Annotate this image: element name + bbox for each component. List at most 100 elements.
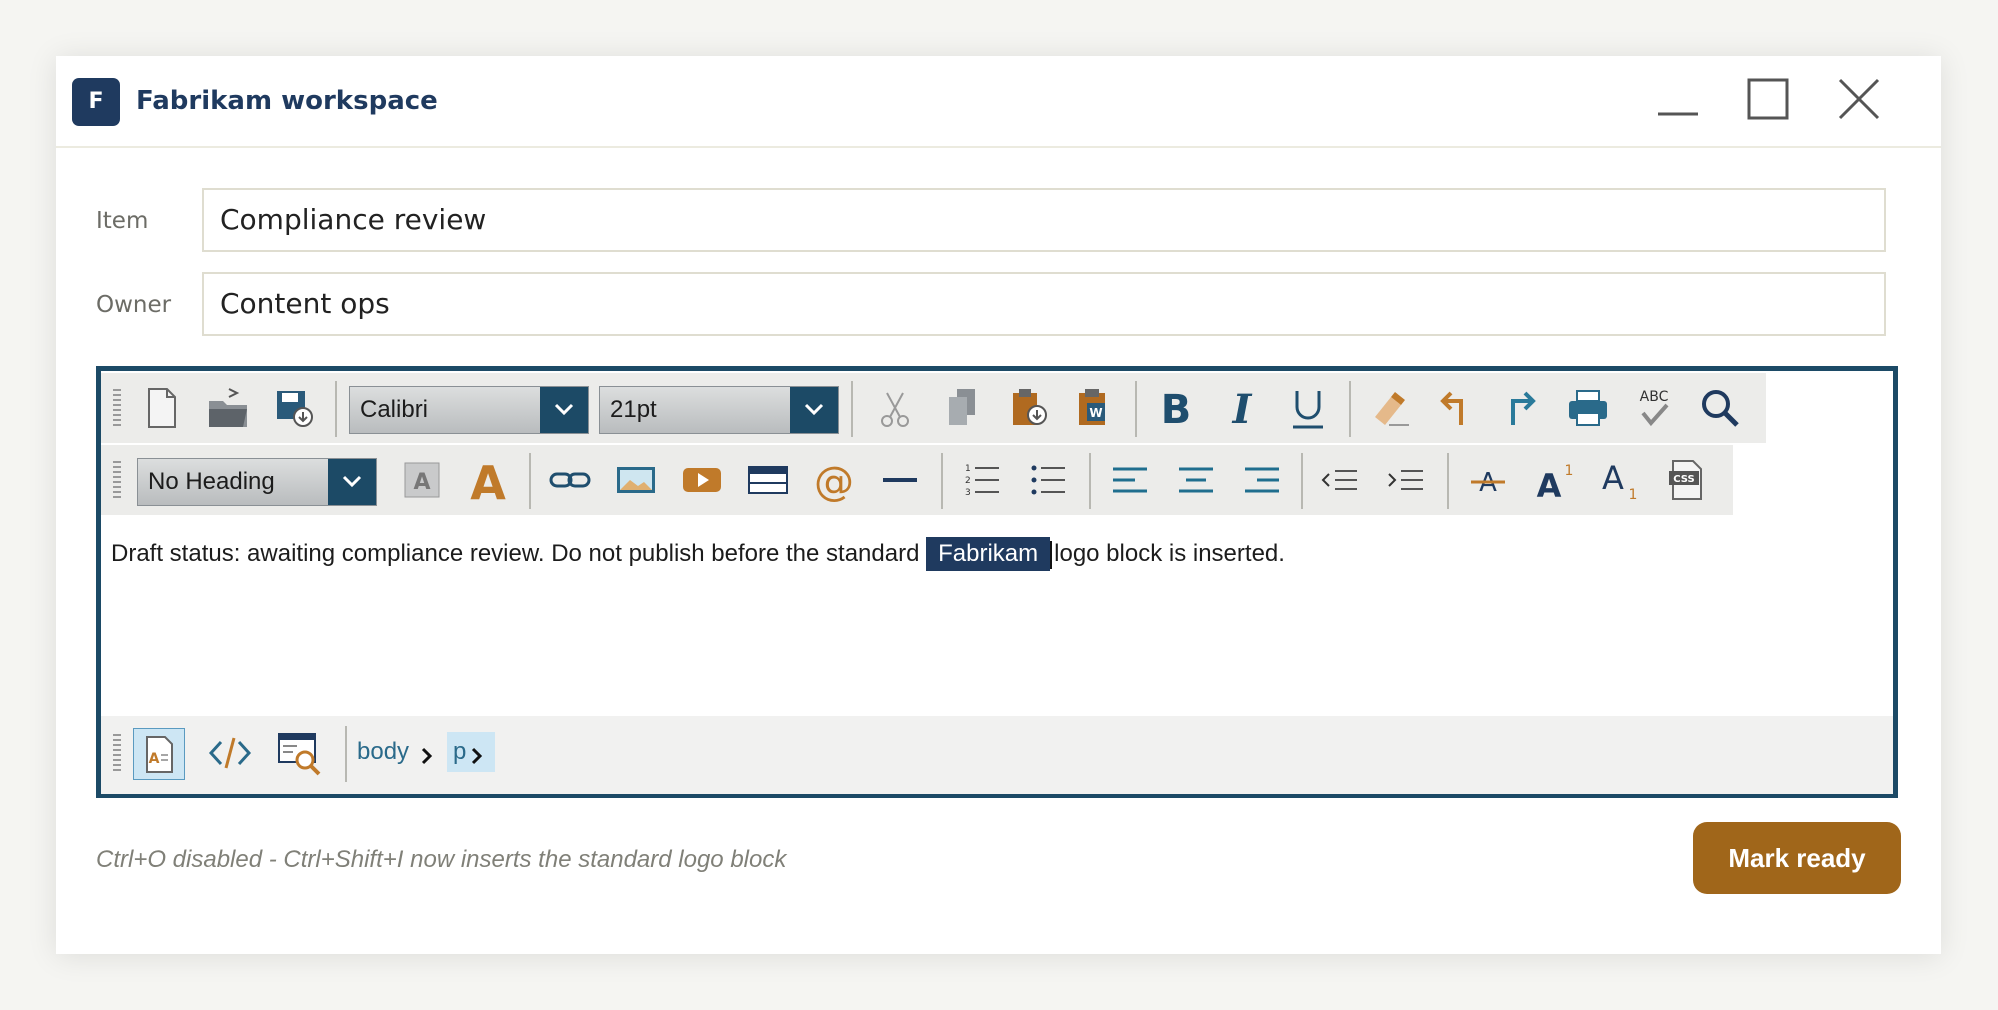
preview-mode-icon xyxy=(278,733,321,776)
undo-button[interactable] xyxy=(1431,383,1481,433)
toolbar-separator xyxy=(1447,453,1449,509)
underline-button[interactable] xyxy=(1283,383,1333,433)
copy-icon xyxy=(949,389,975,425)
svg-text:A: A xyxy=(1602,459,1624,497)
find-button[interactable] xyxy=(1695,383,1745,433)
breadcrumb-p[interactable]: p xyxy=(453,738,466,766)
align-center-button[interactable] xyxy=(1171,455,1221,505)
font-size-value: 21pt xyxy=(610,396,657,423)
close-button[interactable] xyxy=(1828,70,1892,134)
preview-mode-button[interactable] xyxy=(275,728,325,778)
font-family-dropdown[interactable] xyxy=(540,387,588,433)
toolbar-grip[interactable] xyxy=(113,734,121,774)
align-left-button[interactable] xyxy=(1105,455,1155,505)
svg-text:1: 1 xyxy=(965,464,971,474)
svg-text:2: 2 xyxy=(965,476,971,486)
chevron-right-icon xyxy=(471,747,483,765)
subscript-button[interactable]: A1 xyxy=(1595,455,1645,505)
background-color-button[interactable]: A xyxy=(397,455,447,505)
image-button[interactable] xyxy=(611,455,661,505)
align-left-icon xyxy=(1113,467,1147,493)
email-link-button[interactable]: @ xyxy=(809,455,859,505)
copy-button[interactable] xyxy=(937,383,987,433)
svg-text:ABC: ABC xyxy=(1640,389,1669,405)
content-text-after: logo block is inserted. xyxy=(1054,540,1285,567)
strikethrough-button[interactable]: A xyxy=(1463,455,1513,505)
heading-value: No Heading xyxy=(148,468,275,495)
heading-select[interactable]: No Heading xyxy=(137,458,377,506)
toolbar-separator xyxy=(1089,453,1091,509)
rich-text-editor: Calibri 21pt W B I ABC No Heading A A @ … xyxy=(96,366,1898,798)
font-color-icon: A xyxy=(470,456,506,505)
svg-text:W: W xyxy=(1089,406,1102,420)
open-button[interactable] xyxy=(203,383,253,433)
font-size-dropdown[interactable] xyxy=(790,387,838,433)
horizontal-rule-icon xyxy=(883,478,917,482)
selected-text[interactable]: Fabrikam xyxy=(926,537,1051,571)
align-right-button[interactable] xyxy=(1237,455,1287,505)
window-title: Fabrikam workspace xyxy=(136,86,438,116)
link-button[interactable] xyxy=(545,455,595,505)
editor-content[interactable]: Draft status: awaiting compliance review… xyxy=(111,537,1881,637)
cut-button[interactable] xyxy=(871,383,921,433)
svg-text:I: I xyxy=(1232,386,1253,433)
redo-button[interactable] xyxy=(1497,383,1547,433)
chevron-right-icon xyxy=(421,747,433,765)
ordered-list-button[interactable]: 1 2 3 xyxy=(957,455,1007,505)
superscript-icon: A1 xyxy=(1537,463,1574,505)
toolbar-grip[interactable] xyxy=(113,461,121,501)
cut-icon xyxy=(881,392,909,427)
owner-field[interactable]: Content ops xyxy=(202,272,1886,336)
toolbar-separator xyxy=(1135,381,1137,437)
chevron-down-icon xyxy=(342,475,362,488)
html-mode-icon xyxy=(208,737,252,769)
table-button[interactable] xyxy=(743,455,793,505)
toolbar-separator xyxy=(1301,453,1303,509)
spellcheck-button[interactable]: ABC xyxy=(1629,383,1679,433)
paste-from-word-button[interactable]: W xyxy=(1069,383,1119,433)
bold-button[interactable]: B xyxy=(1151,383,1201,433)
minimize-icon xyxy=(1658,112,1698,116)
svg-text:3: 3 xyxy=(965,488,971,498)
item-label: Item xyxy=(96,208,149,234)
svg-text:@: @ xyxy=(814,459,854,505)
print-button[interactable] xyxy=(1563,383,1613,433)
outdent-button[interactable] xyxy=(1315,455,1365,505)
font-family-select[interactable]: Calibri xyxy=(349,386,589,434)
chevron-down-icon xyxy=(554,403,574,416)
heading-dropdown[interactable] xyxy=(328,459,376,505)
paste-icon xyxy=(1013,389,1047,425)
new-document-button[interactable] xyxy=(137,383,187,433)
font-color-button[interactable]: A xyxy=(463,455,513,505)
eraser-icon xyxy=(1375,392,1409,426)
paste-button[interactable] xyxy=(1003,383,1053,433)
toolbar-grip[interactable] xyxy=(113,389,121,429)
italic-button[interactable]: I xyxy=(1217,383,1267,433)
align-right-icon xyxy=(1245,467,1279,493)
image-icon xyxy=(617,467,655,493)
minimize-button[interactable] xyxy=(1646,70,1710,134)
font-family-value: Calibri xyxy=(360,396,429,423)
maximize-button[interactable] xyxy=(1737,70,1801,134)
strikethrough-icon: A xyxy=(1471,468,1505,498)
save-button[interactable] xyxy=(269,383,319,433)
toolbar-separator xyxy=(851,381,853,437)
video-button[interactable] xyxy=(677,455,727,505)
design-mode-button[interactable]: A xyxy=(133,728,185,780)
superscript-button[interactable]: A1 xyxy=(1529,455,1579,505)
unordered-list-button[interactable] xyxy=(1023,455,1073,505)
breadcrumb-body[interactable]: body xyxy=(357,738,409,766)
indent-icon xyxy=(1388,470,1423,490)
item-field[interactable]: Compliance review xyxy=(202,188,1886,252)
outdent-icon xyxy=(1321,470,1357,490)
remove-format-button[interactable] xyxy=(1365,383,1415,433)
css-button[interactable]: CSS xyxy=(1661,455,1711,505)
video-icon xyxy=(683,468,721,492)
css-icon: CSS xyxy=(1669,460,1702,500)
horizontal-rule-button[interactable] xyxy=(875,455,925,505)
html-mode-button[interactable] xyxy=(205,728,255,778)
indent-button[interactable] xyxy=(1381,455,1431,505)
editor-status-bar: A body p xyxy=(101,716,1893,794)
font-size-select[interactable]: 21pt xyxy=(599,386,839,434)
mark-ready-button[interactable]: Mark ready xyxy=(1693,822,1901,894)
